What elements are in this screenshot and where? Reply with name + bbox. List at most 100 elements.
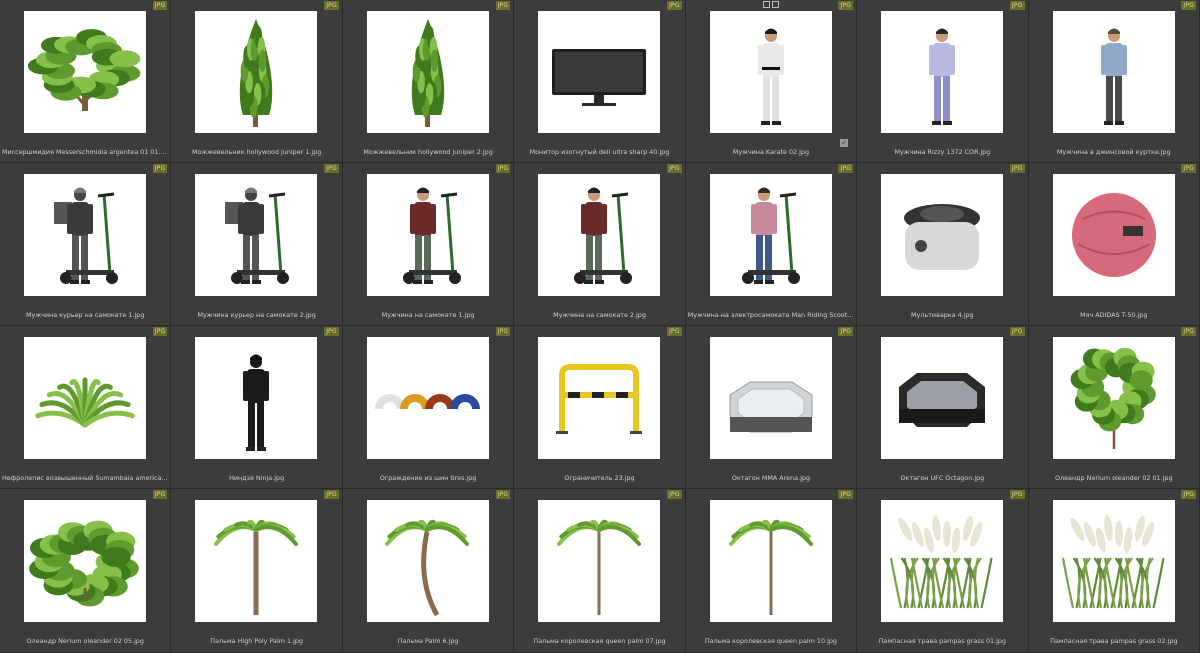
thumbnail-label: Мужчина на самокате 2.jpg xyxy=(553,311,646,319)
thumbnail-item[interactable]: JPG Ниндзя Ninja.jpg xyxy=(171,326,343,489)
file-type-badge: JPG xyxy=(667,327,682,336)
file-type-badge: JPG xyxy=(1181,164,1196,173)
file-type-badge: JPG xyxy=(324,490,339,499)
ninja-icon xyxy=(243,354,270,451)
thumbnail-label: Ниндзя Ninja.jpg xyxy=(229,474,285,482)
man-jacket-icon xyxy=(1100,28,1127,125)
thumbnail-item[interactable]: JPG Мужчина курьер на самокате 2.jpg xyxy=(171,163,343,326)
thumbnail-label: Мужчина Karate 02.jpg xyxy=(732,148,809,156)
thumbnail-image xyxy=(709,500,832,622)
thumbnail-item[interactable]: JPG Можжевельник hollywood juniper 1.jpg xyxy=(171,0,343,163)
thumbnail-label: Миссершмидия Messerschmidia argentea 01 … xyxy=(2,148,169,156)
thumbnail-image xyxy=(1052,11,1175,133)
multicooker-icon xyxy=(904,204,981,270)
file-type-badge: JPG xyxy=(1181,1,1196,10)
thumbnail-image xyxy=(709,337,832,459)
thumbnail-image xyxy=(881,174,1004,296)
thumbnail-item[interactable]: JPG Миссершмидия Messerschmidia argentea… xyxy=(0,0,172,163)
thumbnail-item[interactable]: JPG Мужчина курьер на самокате 1.jpg xyxy=(0,163,172,326)
thumbnail-item[interactable]: JPG Октагон UFC Octagon.jpg xyxy=(857,326,1029,489)
pampas-grass-icon xyxy=(890,515,993,609)
thumbnail-image xyxy=(24,337,146,459)
thumbnail-label: Мультиварка 4.jpg xyxy=(911,311,974,319)
thumbnail-image xyxy=(195,174,318,296)
courier-scooter-icon xyxy=(225,187,290,284)
thumbnail-image xyxy=(366,174,489,296)
octagon-arena-icon xyxy=(729,381,813,433)
thumbnail-image xyxy=(366,11,489,133)
octagon-ufc-icon xyxy=(899,373,986,427)
thumbnail-label: Мужчина на самокате 1.jpg xyxy=(381,311,475,319)
thumbnail-label: Пальма королевская queen palm 07.jpg xyxy=(533,637,666,645)
thumbnail-image xyxy=(366,500,489,622)
thumbnail-label: Олеандр Nerium oleander 02 05.jpg xyxy=(26,637,144,645)
thumbnail-item[interactable]: JPG Пальма Palm 6.jpg xyxy=(342,489,515,653)
man-escooter-icon xyxy=(741,187,800,284)
thumbnail-item[interactable]: JPG Монитор изогнутый dell ultra sharp 4… xyxy=(514,0,686,163)
thumbnail-label: Пампасная трава pampas grass 01.jpg xyxy=(878,637,1007,645)
thumbnail-item[interactable]: JPG Октагон MMA Arena.jpg xyxy=(685,326,858,489)
thumbnail-item[interactable]: JPG Ограждение из шин tires.jpg xyxy=(342,326,515,489)
thumbnail-label: Октагон MMA Arena.jpg xyxy=(731,474,810,482)
thumbnail-image xyxy=(709,11,832,133)
barrier-icon xyxy=(556,364,643,434)
thumbnail-item[interactable]: JPG Мужчина на самокате 2.jpg xyxy=(514,163,686,326)
thumbnail-image xyxy=(1052,174,1175,296)
thumbnail-item[interactable]: JPG Мультиварка 4.jpg xyxy=(857,163,1029,326)
thumbnail-item[interactable]: JPG Мужчина Rizzy 1372 COR.jpg xyxy=(857,0,1029,163)
thumbnail-image xyxy=(538,337,661,459)
shrub-icon xyxy=(27,29,141,111)
monitor-icon xyxy=(552,49,647,106)
file-type-badge: JPG xyxy=(667,164,682,173)
file-type-badge: JPG xyxy=(495,1,511,10)
file-type-badge: JPG xyxy=(1009,327,1025,336)
thumbnail-item[interactable]: JPG Можжевельник hollywood juniper 2.jpg xyxy=(342,0,515,163)
thumbnail-item[interactable]: JPG Мужчина в джинсовой куртке.jpg xyxy=(1028,0,1200,163)
thumbnail-image xyxy=(1052,337,1175,459)
thumbnail-item[interactable]: JPG Мужчина на самокате 1.jpg xyxy=(342,163,515,326)
thumbnail-label: Можжевельник hollywood juniper 1.jpg xyxy=(191,148,322,156)
palm-icon xyxy=(214,519,299,615)
thumbnail-label: Пампасная трава pampas grass 02.jpg xyxy=(1050,637,1178,645)
thumbnail-item[interactable]: JPG Нефролепис возвышенный Sumambaia amer… xyxy=(0,326,172,489)
juniper-tree-icon xyxy=(240,19,273,127)
thumbnail-item[interactable]: JPG Мяч ADIDAS T-50.jpg xyxy=(1028,163,1200,326)
check-icon[interactable]: ✓ xyxy=(840,139,849,147)
thumbnail-label: Олеандр Nerium oleander 02 01.jpg xyxy=(1055,474,1173,482)
oleander-bush-icon xyxy=(29,520,139,607)
queen-palm-icon xyxy=(728,519,813,615)
thumbnail-image xyxy=(24,174,146,296)
thumbnail-item[interactable]: JPG Пальма королевская queen palm 07.jpg xyxy=(514,489,686,653)
thumbnail-image xyxy=(881,337,1004,459)
thumbnail-image xyxy=(538,11,661,133)
queen-palm-icon xyxy=(557,519,642,615)
thumbnail-label: Монитор изогнутый dell ultra sharp 40.jp… xyxy=(529,148,670,156)
file-type-badge: JPG xyxy=(495,490,511,499)
thumbnail-label: Мужчина курьер на самокате 1.jpg xyxy=(26,311,145,319)
courier-scooter-icon xyxy=(54,187,118,284)
file-type-badge: JPG xyxy=(324,327,339,336)
file-type-badge: JPG xyxy=(324,164,339,173)
file-type-badge: JPG xyxy=(152,1,168,10)
thumbnail-label: Пальма королевская queen palm 10.jpg xyxy=(704,637,837,645)
thumbnail-label: Мужчина в джинсовой куртке.jpg xyxy=(1056,148,1171,156)
thumbnail-item[interactable]: JPG Олеандр Nerium oleander 02 05.jpg xyxy=(0,489,172,653)
thumbnail-item[interactable]: JPG Мужчина на электросамокате Man Ridin… xyxy=(685,163,858,326)
thumbnail-item[interactable]: JPG Пальма High Poly Palm 1.jpg xyxy=(171,489,343,653)
ball-icon xyxy=(1071,193,1156,277)
thumbnail-item[interactable]: JPG Пальма королевская queen palm 10.jpg xyxy=(685,489,858,653)
thumbnail-image xyxy=(538,174,661,296)
man-phone-icon xyxy=(929,28,956,125)
thumbnail-item[interactable]: JPG Олеандр Nerium oleander 02 01.jpg xyxy=(1028,326,1200,489)
file-type-badge: JPG xyxy=(152,327,168,336)
edit-icon[interactable] xyxy=(771,1,779,8)
thumbnail-item[interactable]: JPG Пампасная трава pampas grass 02.jpg xyxy=(1028,489,1200,653)
thumbnail-item[interactable]: JPG Пампасная трава pampas grass 01.jpg xyxy=(857,489,1029,653)
thumbnail-item[interactable]: JPG Ограничитель 23.jpg xyxy=(514,326,686,489)
select-box-icon[interactable] xyxy=(762,1,770,8)
palm-curved-icon xyxy=(384,519,469,617)
thumbnail-image xyxy=(709,174,832,296)
thumbnail-image xyxy=(195,337,318,459)
thumbnail-item[interactable]: JPG Мужчина Karate 02.jpg ✓ xyxy=(685,0,858,163)
tires-icon xyxy=(374,394,480,410)
